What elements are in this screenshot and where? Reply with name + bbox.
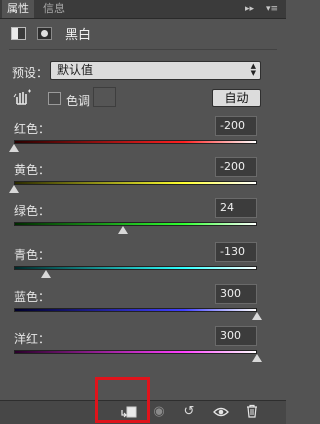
targeted-adjustment-hand-icon[interactable]	[13, 88, 33, 106]
slider-value-input[interactable]: -130	[215, 242, 257, 262]
slider-thumb[interactable]	[9, 185, 19, 193]
slider-label: 青色：	[14, 248, 51, 262]
reset-icon[interactable]: ↺	[180, 404, 198, 420]
slider-thumb[interactable]	[118, 226, 129, 234]
collapse-panel-icon[interactable]: ▸▸	[245, 2, 254, 16]
slider-track[interactable]	[14, 308, 257, 312]
select-arrows-icon: ▲ ▼	[250, 62, 256, 77]
tab-info[interactable]: 信息	[43, 0, 65, 18]
slider-thumb[interactable]	[252, 354, 262, 362]
slider-label: 绿色：	[14, 204, 51, 218]
preset-label: 预设：	[12, 66, 49, 80]
slider-thumb[interactable]	[9, 144, 19, 152]
highlight-box	[95, 377, 150, 423]
slider-label: 洋红：	[14, 332, 51, 346]
slider-label: 红色：	[14, 122, 51, 136]
visibility-icon[interactable]	[212, 404, 230, 420]
panel-menu-icon[interactable]: ▾≡	[266, 2, 278, 16]
adjustment-title: 黑白	[65, 28, 92, 43]
preset-select[interactable]: 默认值 ▲ ▼	[50, 61, 261, 80]
slider-value-input[interactable]: 300	[215, 284, 257, 304]
slider-value-input[interactable]: 24	[215, 198, 257, 218]
preset-value: 默认值	[57, 63, 94, 77]
divider	[9, 49, 277, 50]
delete-icon[interactable]	[243, 404, 261, 420]
slider-track[interactable]	[14, 140, 257, 144]
slider-track[interactable]	[14, 350, 257, 354]
slider-thumb[interactable]	[252, 312, 262, 320]
auto-button[interactable]: 自动	[212, 89, 261, 107]
layer-mask-icon[interactable]	[37, 27, 52, 40]
slider-value-input[interactable]: -200	[215, 157, 257, 177]
tint-color-swatch[interactable]	[93, 87, 116, 107]
slider-value-input[interactable]: -200	[215, 116, 257, 136]
slider-label: 黄色：	[14, 163, 51, 177]
tab-properties[interactable]: 属性	[2, 0, 34, 18]
slider-value-input[interactable]: 300	[215, 326, 257, 346]
slider-label: 蓝色：	[14, 290, 51, 304]
slider-thumb[interactable]	[40, 270, 51, 278]
adjustment-layer-icon	[11, 27, 26, 40]
view-previous-icon[interactable]: ◉	[150, 404, 168, 420]
slider-track[interactable]	[14, 222, 257, 226]
tint-checkbox[interactable]	[48, 92, 61, 105]
tint-label: 色调	[66, 94, 91, 108]
slider-track[interactable]	[14, 181, 257, 185]
